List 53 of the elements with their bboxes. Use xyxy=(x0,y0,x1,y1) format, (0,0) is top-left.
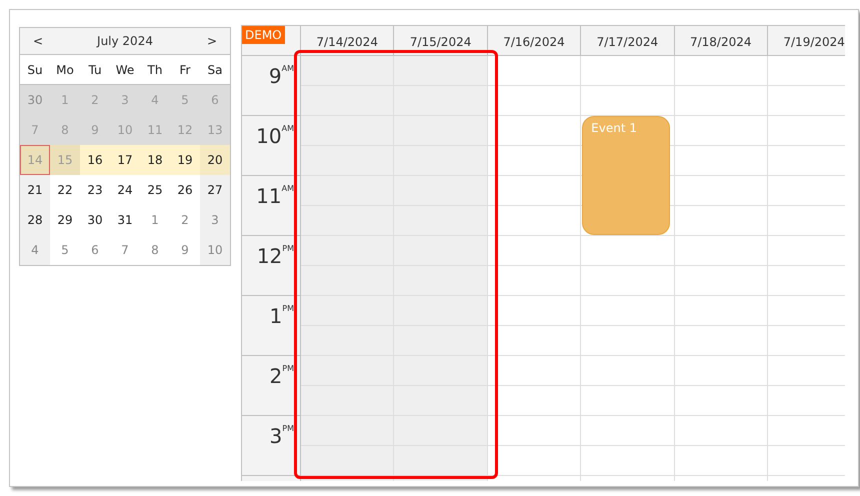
calendar-day[interactable]: 19 xyxy=(170,145,200,175)
weekday-label: Sa xyxy=(206,62,224,78)
calendar-day[interactable]: 23 xyxy=(80,175,110,205)
hour-label: 11$^{AM}$ xyxy=(242,176,300,236)
demo-badge: DEMO xyxy=(242,26,285,44)
calendar-day[interactable]: 22 xyxy=(50,175,80,205)
calendar-day[interactable]: 26 xyxy=(170,175,200,205)
weekday-label: Th xyxy=(146,62,164,78)
event-block[interactable]: Event 1 xyxy=(582,116,670,235)
hour-label: 2$^{PM}$ xyxy=(242,356,300,416)
column-header: 7/14/2024 xyxy=(301,26,394,55)
column-header: 7/17/2024 xyxy=(581,26,675,55)
weekday-label: Mo xyxy=(55,62,75,78)
calendar-day[interactable]: 5 xyxy=(50,235,80,265)
next-month-button[interactable]: > xyxy=(204,34,220,48)
calendar-day[interactable]: 1 xyxy=(140,205,170,235)
hour-label: 12$^{PM}$ xyxy=(242,236,300,296)
calendar-day[interactable]: 8 xyxy=(140,235,170,265)
weekday-label: Fr xyxy=(178,62,192,78)
month-title: July 2024 xyxy=(97,34,153,48)
previous-month-button[interactable]: < xyxy=(30,34,46,48)
weekday-label: Su xyxy=(26,62,44,78)
calendar-day[interactable]: 30 xyxy=(80,205,110,235)
calendar-day[interactable]: 17 xyxy=(110,145,140,175)
day-column[interactable]: Event 1 xyxy=(581,56,675,481)
weekday-label: We xyxy=(114,62,136,78)
calendar-day[interactable]: 28 xyxy=(20,205,50,235)
calendar-day[interactable]: 21 xyxy=(20,175,50,205)
calendar-day[interactable]: 25 xyxy=(140,175,170,205)
calendar-day[interactable]: 20 xyxy=(200,145,230,175)
calendar-day[interactable]: 2 xyxy=(170,205,200,235)
calendar-day[interactable]: 4 xyxy=(20,235,50,265)
hour-label: 1$^{PM}$ xyxy=(242,296,300,356)
hour-label: 10$^{AM}$ xyxy=(242,116,300,176)
calendar-day[interactable]: 6 xyxy=(80,235,110,265)
hour-label: 9$^{AM}$ xyxy=(242,56,300,116)
day-column[interactable] xyxy=(488,56,582,481)
column-header: 7/18/2024 xyxy=(674,26,768,55)
calendar-day[interactable]: 27 xyxy=(200,175,230,205)
calendar-day[interactable]: 31 xyxy=(110,205,140,235)
calendar-day[interactable]: 16 xyxy=(80,145,110,175)
calendar-day[interactable]: 29 xyxy=(50,205,80,235)
column-header: 7/19/2024 xyxy=(768,26,845,55)
column-header: 7/15/2024 xyxy=(394,26,488,55)
calendar-day[interactable]: 24 xyxy=(110,175,140,205)
calendar-day[interactable]: 3 xyxy=(200,205,230,235)
column-header: 7/16/2024 xyxy=(488,26,582,55)
hour-label: 3$^{PM}$ xyxy=(242,416,300,476)
weekday-label: Tu xyxy=(87,62,103,78)
calendar-day[interactable]: 10 xyxy=(200,235,230,265)
calendar-day[interactable]: 7 xyxy=(110,235,140,265)
calendar-day[interactable]: 9 xyxy=(170,235,200,265)
calendar-day[interactable]: 18 xyxy=(140,145,170,175)
